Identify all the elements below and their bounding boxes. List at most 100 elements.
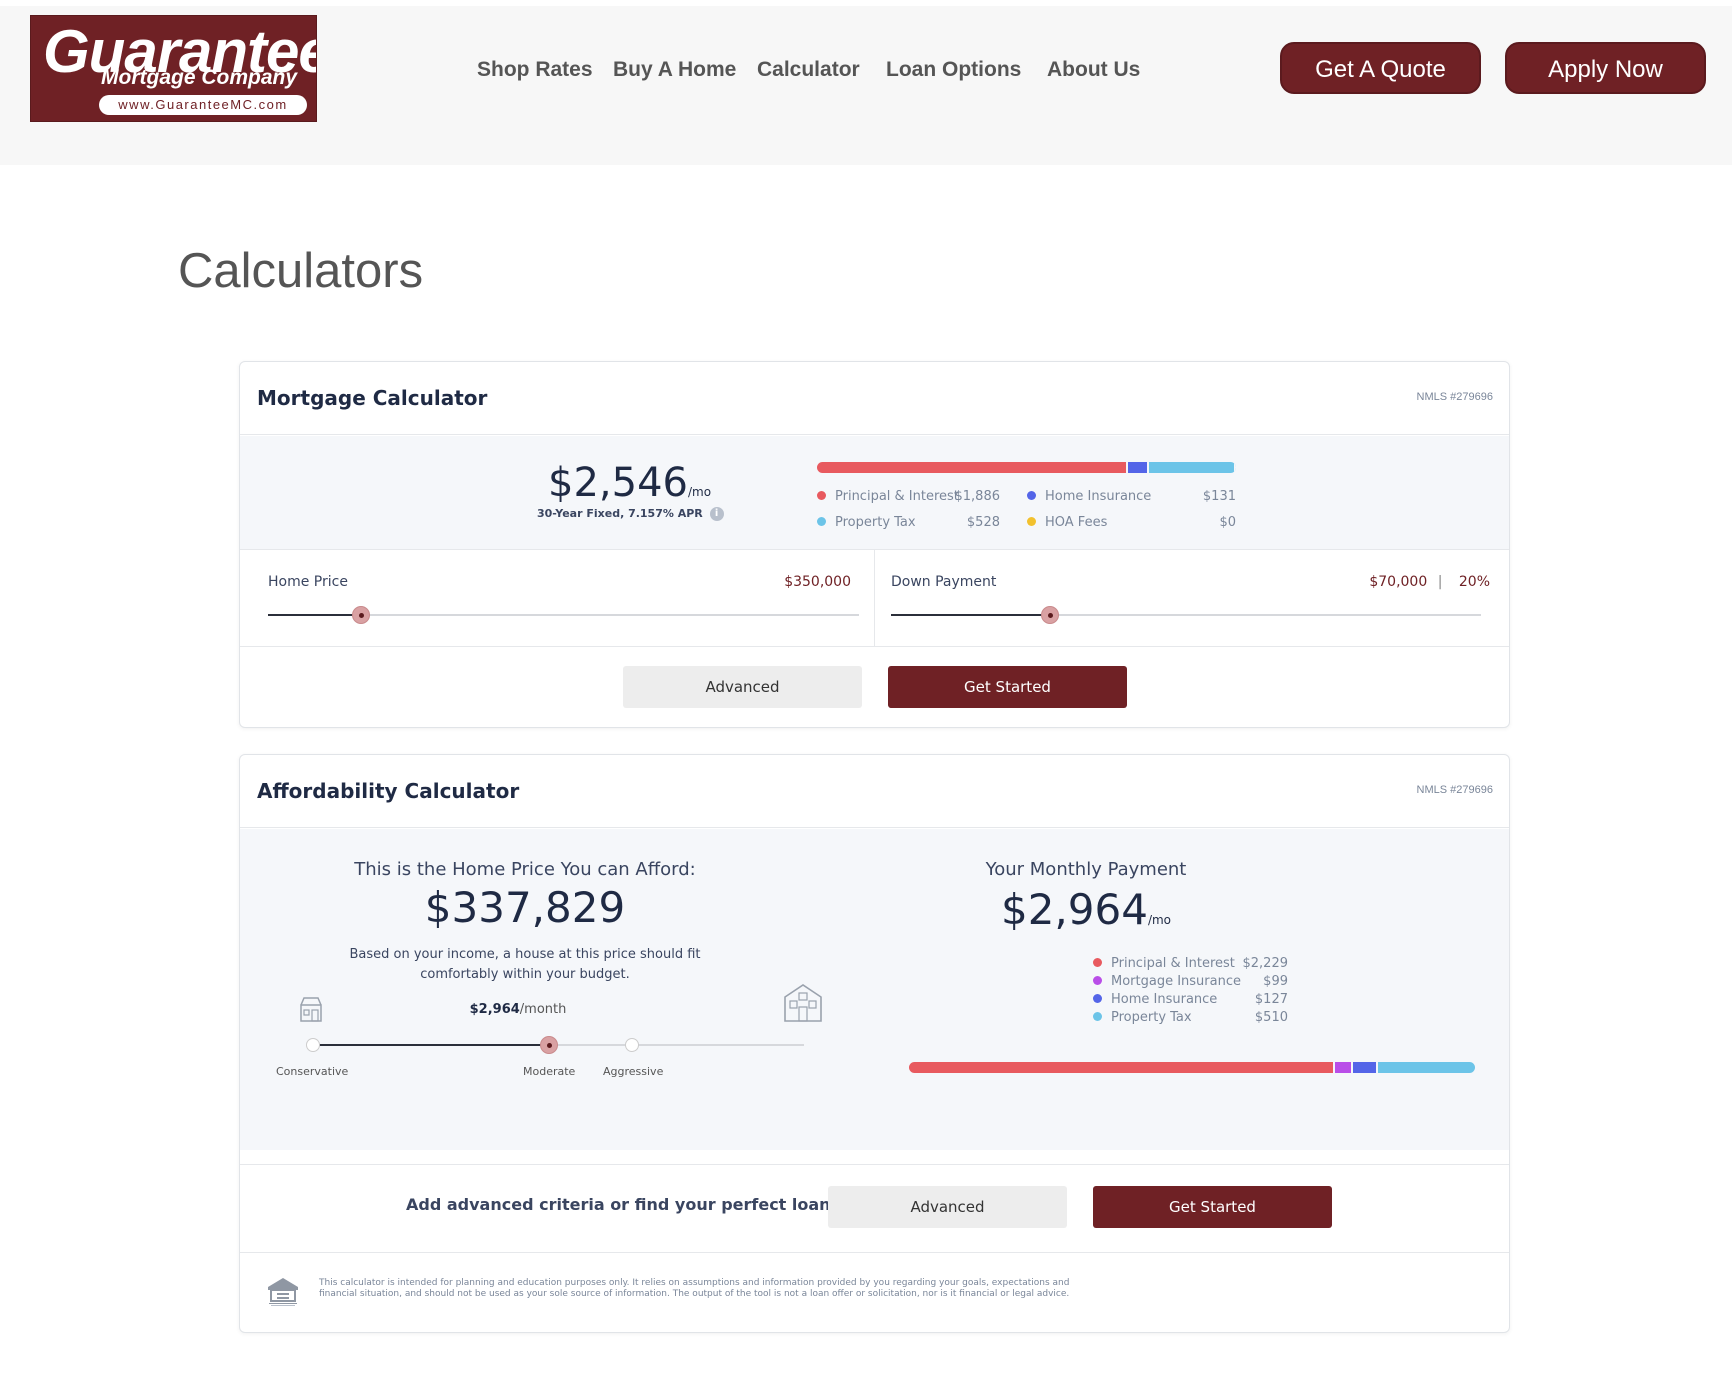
- legend-value-property-tax: $510: [1254, 1010, 1288, 1025]
- legend-label: Home Insurance: [1111, 992, 1218, 1007]
- home-insurance-dot: [1093, 994, 1102, 1003]
- monthly-payment-heading: Your Monthly Payment: [985, 859, 1187, 880]
- affordability-slider-thumb[interactable]: [539, 1036, 558, 1054]
- monthly-payment-per: /mo: [1147, 913, 1172, 927]
- get-a-quote-button[interactable]: Get A Quote: [1280, 42, 1481, 94]
- down-payment-separator: |: [1437, 574, 1443, 590]
- small-house-icon: [299, 993, 323, 1023]
- afford-desc-line-2: comfortably within your budget.: [420, 967, 630, 982]
- mortgage-summary: $2,546/mo 30-Year Fixed, 7.157% APR i Pr…: [240, 436, 1509, 549]
- mortgage-breakdown-bar: [817, 462, 1236, 473]
- disclaimer-line-1: This calculator is intended for planning…: [319, 1278, 1070, 1288]
- mortgage-insurance-dot: [1093, 976, 1102, 985]
- mortgage-calculator-card: Mortgage Calculator NMLS #279696 $2,546/…: [239, 361, 1510, 728]
- mortgage-card-header: Mortgage Calculator NMLS #279696: [240, 362, 1509, 435]
- apply-now-button[interactable]: Apply Now: [1505, 42, 1706, 94]
- home-price-value[interactable]: $350,000: [680, 574, 851, 590]
- mortgage-loan-subtitle: 30-Year Fixed, 7.157% APR i: [537, 507, 724, 521]
- logo-url-text: www.GuaranteeMC.com: [99, 95, 307, 115]
- hoa-fees-dot: [1027, 517, 1036, 526]
- step-label-conservative: Conservative: [276, 1065, 349, 1078]
- divider: [240, 1164, 1509, 1165]
- legend-value-mortgage-insurance: $99: [1263, 974, 1288, 989]
- down-payment-amount[interactable]: $70,000: [1369, 574, 1427, 590]
- mortgage-loan-terms: 30-Year Fixed, 7.157% APR: [537, 507, 703, 520]
- property-tax-dot: [1093, 1012, 1102, 1021]
- step-label-aggressive: Aggressive: [603, 1065, 664, 1078]
- step-conservative[interactable]: [306, 1038, 320, 1052]
- legend-value-principal-interest: $1,886: [954, 489, 1001, 504]
- legend-value-principal-interest: $2,229: [1242, 956, 1289, 971]
- legend-value-home-insurance: $131: [1202, 489, 1236, 504]
- affordability-advanced-button[interactable]: Advanced: [828, 1186, 1067, 1228]
- monthly-payment-amount: $2,964: [1000, 885, 1148, 934]
- affordability-get-started-button[interactable]: Get Started: [1093, 1186, 1332, 1228]
- mortgage-payment-amount: $2,546: [548, 460, 688, 506]
- legend-value-property-tax: $528: [966, 515, 1000, 530]
- property-tax-dot: [817, 517, 826, 526]
- legend-hoa-fees: HOA Fees: [1027, 515, 1107, 530]
- down-payment-slider-thumb[interactable]: [1041, 606, 1060, 624]
- home-price-slider-fill: [268, 614, 361, 616]
- down-payment-values: $70,000 | 20%: [1290, 574, 1490, 590]
- cta-text: Add advanced criteria or find your perfe…: [406, 1195, 837, 1214]
- affordability-slider[interactable]: [306, 1036, 804, 1054]
- legend-property-tax: Property Tax: [1093, 1010, 1192, 1025]
- nav-item-buy-a-home[interactable]: Buy A Home: [613, 58, 736, 82]
- affordability-summary: This is the Home Price You can Afford: $…: [240, 829, 1509, 1150]
- afford-slider-amount: $2,964: [469, 1002, 520, 1017]
- affordability-slider-fill: [313, 1044, 549, 1046]
- home-price-label: Home Price: [268, 574, 348, 590]
- page-title: Calculators: [178, 244, 424, 298]
- affordability-calculator-title: Affordability Calculator: [257, 779, 520, 803]
- equal-housing-icon: [266, 1275, 300, 1307]
- afford-slider-payment: $2,964/month: [418, 1000, 618, 1018]
- legend-label: Property Tax: [835, 515, 916, 530]
- home-price-slider[interactable]: [268, 606, 859, 624]
- nav-item-loan-options[interactable]: Loan Options: [886, 58, 1021, 82]
- divider: [874, 550, 875, 646]
- bar-segment-home-insurance: [1127, 462, 1150, 473]
- nav-item-shop-rates[interactable]: Shop Rates: [477, 58, 593, 82]
- divider: [240, 1252, 1509, 1253]
- info-icon[interactable]: i: [709, 507, 724, 521]
- mortgage-calculator-title: Mortgage Calculator: [257, 386, 488, 410]
- legend-property-tax: Property Tax: [817, 515, 916, 530]
- legend-value-home-insurance: $127: [1254, 992, 1288, 1007]
- nav-item-calculator[interactable]: Calculator: [757, 58, 860, 82]
- step-aggressive[interactable]: [625, 1038, 639, 1052]
- bar-segment-principal-interest: [817, 462, 1128, 473]
- legend-label: HOA Fees: [1045, 515, 1108, 530]
- down-payment-slider[interactable]: [891, 606, 1481, 624]
- affordability-breakdown-bar: [909, 1062, 1475, 1073]
- mortgage-advanced-button[interactable]: Advanced: [623, 666, 862, 708]
- step-label-moderate: Moderate: [523, 1065, 576, 1078]
- company-logo[interactable]: Guarantee Mortgage Company www.Guarantee…: [30, 15, 317, 122]
- legend-home-insurance: Home Insurance: [1093, 992, 1217, 1007]
- monthly-payment: $2,964/mo: [911, 885, 1261, 934]
- home-price-slider-thumb[interactable]: [351, 606, 370, 624]
- bar-segment-property-tax: [1149, 462, 1236, 473]
- bar-segment-mortgage-insurance: [1334, 1062, 1354, 1073]
- afford-heading: This is the Home Price You can Afford:: [354, 859, 696, 880]
- site-header: Guarantee Mortgage Company www.Guarantee…: [0, 6, 1732, 165]
- afford-amount: $337,829: [424, 883, 626, 932]
- legend-label: Property Tax: [1111, 1010, 1192, 1025]
- down-payment-percent[interactable]: 20%: [1459, 574, 1490, 590]
- mortgage-payment-per: /mo: [687, 485, 712, 499]
- divider: [240, 646, 1509, 647]
- down-payment-slider-fill: [891, 614, 1051, 616]
- down-payment-label: Down Payment: [891, 574, 997, 590]
- affordability-calculator-card: Affordability Calculator NMLS #279696 Th…: [239, 754, 1510, 1333]
- mortgage-get-started-button[interactable]: Get Started: [888, 666, 1127, 708]
- legend-label: Home Insurance: [1045, 489, 1152, 504]
- principal-interest-dot: [1093, 958, 1102, 967]
- principal-interest-dot: [817, 491, 826, 500]
- home-insurance-dot: [1027, 491, 1036, 500]
- bar-segment-property-tax: [1377, 1062, 1475, 1073]
- nav-item-about-us[interactable]: About Us: [1047, 58, 1140, 82]
- affordability-card-header: Affordability Calculator NMLS #279696: [240, 755, 1509, 828]
- afford-slider-per: /month: [519, 1002, 567, 1017]
- logo-sub-text: Mortgage Company: [101, 66, 298, 89]
- disclaimer-line-2: financial situation, and should not be u…: [319, 1289, 1070, 1299]
